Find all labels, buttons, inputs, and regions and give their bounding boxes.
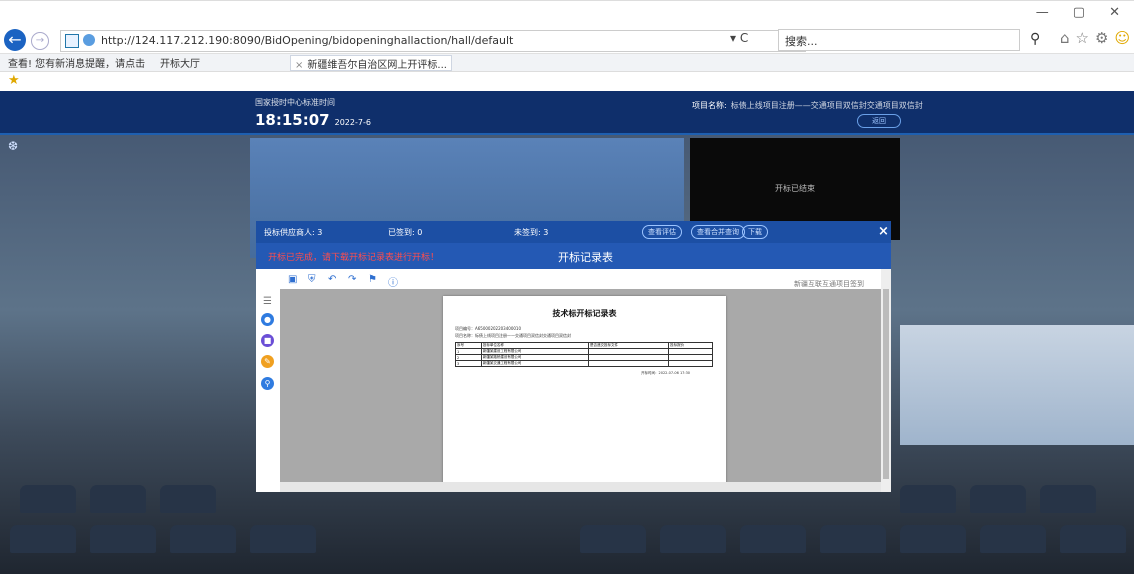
- warning-text: 开标已完成，请下载开标记录表进行开标！: [268, 253, 440, 263]
- signed-count: 0: [417, 228, 423, 237]
- bidders-stat: 投标供应商人: 3: [264, 227, 322, 238]
- doc-title: 技术标开标记录表: [552, 309, 617, 318]
- table-cell: [668, 360, 713, 367]
- tab-bidding-hall[interactable]: 开标大厅: [160, 55, 200, 70]
- unsigned-label: 未签到:: [514, 228, 541, 237]
- tab-xinjiang-bid[interactable]: × 新疆维吾尔自治区网上开评标...: [290, 55, 452, 71]
- refresh-button[interactable]: ▾ C: [730, 31, 748, 45]
- bidders-count: 3: [317, 228, 323, 237]
- app-header: 国家授时中心标准时间 18:15:07 2022-7-6 项目名称: 标债上线项目注…: [0, 91, 1134, 135]
- vertical-scrollbar[interactable]: [881, 269, 891, 492]
- download-button[interactable]: 下载: [742, 225, 768, 239]
- compat-view-icon[interactable]: [65, 34, 79, 48]
- doc-project-name: 项目名称：标债上线项目注册——交通项目双信封交通项目双信封: [455, 333, 571, 338]
- menu-icon[interactable]: ☰: [261, 295, 274, 308]
- maximize-button[interactable]: ▢: [1073, 5, 1085, 20]
- current-time: 18:15:07 2022-7-6: [255, 111, 371, 129]
- tab-label: 新疆维吾尔自治区网上开评标...: [307, 60, 447, 71]
- tab-bar: 查看! 您有新消息提醒，请点击 开标大厅 × 新疆维吾尔自治区网上开评标...: [0, 53, 1134, 72]
- horizontal-scrollbar[interactable]: [280, 482, 881, 492]
- modal-status-bar: 投标供应商人: 3 已签到: 0 未签到: 3 查看评估 查看合并查询 下载 ×: [256, 221, 891, 243]
- save-icon[interactable]: ▣: [288, 274, 297, 285]
- table-cell: 新疆某交通工程有限公司: [480, 360, 590, 367]
- undo-icon[interactable]: ↶: [328, 274, 336, 285]
- browser-chrome: — ▢ ✕ ← → http://124.117.212.190:8090/Bi…: [0, 0, 1134, 92]
- doc-table: 序号 投标单位名称 是否递交投标文件 投标报价 1 新疆某建设工程有限公司 2 …: [455, 342, 713, 367]
- unsigned-count: 3: [543, 228, 549, 237]
- doc-signature: 开标时间：2022-07-06 17:30: [641, 371, 691, 375]
- scroll-thumb[interactable]: [883, 289, 889, 479]
- hall-logo-icon: ❆: [8, 139, 19, 153]
- smiley-icon[interactable]: ☺: [1114, 29, 1130, 47]
- time-value: 18:15:07: [255, 111, 330, 129]
- table-cell: 3: [455, 360, 482, 367]
- favorites-bar: ★: [0, 71, 1134, 91]
- tab-message-notice[interactable]: 查看! 您有新消息提醒，请点击: [8, 55, 145, 70]
- tag-icon[interactable]: ⚑: [368, 274, 377, 285]
- close-icon[interactable]: ×: [878, 224, 889, 239]
- url-text[interactable]: http://124.117.212.190:8090/BidOpening/b…: [101, 34, 513, 47]
- view-merged-query-button[interactable]: 查看合并查询: [691, 225, 745, 239]
- modal-title: 开标记录表: [558, 251, 613, 264]
- signed-label: 已签到:: [388, 228, 415, 237]
- settings-gear-icon[interactable]: ⚙: [1095, 29, 1108, 47]
- pdf-sidebar: ☰ ● ■ ✎ ⚲: [256, 289, 281, 487]
- project-info: 项目名称: 标债上线项目注册——交通项目双信封交通项目双信封: [692, 100, 923, 111]
- modal-title-bar: 开标已完成，请下载开标记录表进行开标！ 开标记录表: [256, 243, 891, 269]
- back-arrow-icon[interactable]: ←: [4, 29, 26, 51]
- home-icon[interactable]: ⌂: [1060, 29, 1070, 47]
- pen-icon[interactable]: ✎: [261, 355, 274, 368]
- browser-toolbar-icons: ⌂ ☆ ⚙ ☺: [1060, 29, 1130, 47]
- hall-side-wall: [900, 325, 1134, 445]
- search-placeholder: 搜索...: [785, 35, 818, 48]
- favorites-star-icon[interactable]: ☆: [1076, 29, 1089, 47]
- company-label: 新疆互联互通项目签到: [794, 280, 864, 288]
- return-button[interactable]: 返回: [857, 114, 901, 128]
- pdf-page: 技术标开标记录表 项目编号：A65000202203400010 项目名称：标债…: [443, 296, 726, 487]
- search-doc-icon[interactable]: ⚲: [261, 377, 274, 390]
- pdf-viewer: ▣ ⛨ ↶ ↷ ⚑ ⓘ 新疆互联互通项目签到 ☰ ● ■ ✎ ⚲ 技术标开标记录…: [256, 269, 891, 492]
- signed-stat: 已签到: 0: [388, 227, 422, 238]
- search-input[interactable]: 搜索...: [778, 29, 1020, 51]
- search-icon[interactable]: ⚲: [1030, 31, 1040, 47]
- thumbnail-icon[interactable]: ●: [261, 313, 274, 326]
- site-globe-icon: [83, 34, 95, 46]
- redo-icon[interactable]: ↷: [348, 274, 356, 285]
- forward-arrow-icon[interactable]: →: [31, 32, 49, 50]
- window-controls: — ▢ ✕: [1036, 5, 1120, 20]
- view-evaluation-button[interactable]: 查看评估: [642, 225, 682, 239]
- address-bar[interactable]: http://124.117.212.190:8090/BidOpening/b…: [60, 30, 806, 52]
- bidders-label: 投标供应商人:: [264, 228, 315, 237]
- close-window-button[interactable]: ✕: [1109, 5, 1120, 20]
- date-value: 2022-7-6: [334, 118, 371, 127]
- doc-project-no: 项目编号：A65000202203400010: [455, 326, 521, 331]
- table-row: 3 新疆某交通工程有限公司: [455, 360, 713, 367]
- pdf-canvas[interactable]: 技术标开标记录表 项目编号：A65000202203400010 项目名称：标债…: [280, 289, 881, 487]
- shield-icon[interactable]: ⛨: [308, 274, 316, 285]
- project-name: 标债上线项目注册——交通项目双信封交通项目双信封: [730, 101, 923, 110]
- pdf-toolbar: ▣ ⛨ ↶ ↷ ⚑ ⓘ 新疆互联互通项目签到: [256, 269, 881, 290]
- time-label: 国家授时中心标准时间: [255, 98, 335, 107]
- table-cell: [588, 360, 670, 367]
- favorites-icon[interactable]: ★: [8, 73, 20, 88]
- bookmark-icon[interactable]: ■: [261, 334, 274, 347]
- tab-close-icon[interactable]: ×: [295, 60, 303, 71]
- project-label: 项目名称:: [692, 101, 727, 110]
- info-icon[interactable]: ⓘ: [388, 274, 398, 289]
- unsigned-stat: 未签到: 3: [514, 227, 548, 238]
- minimize-button[interactable]: —: [1036, 5, 1049, 20]
